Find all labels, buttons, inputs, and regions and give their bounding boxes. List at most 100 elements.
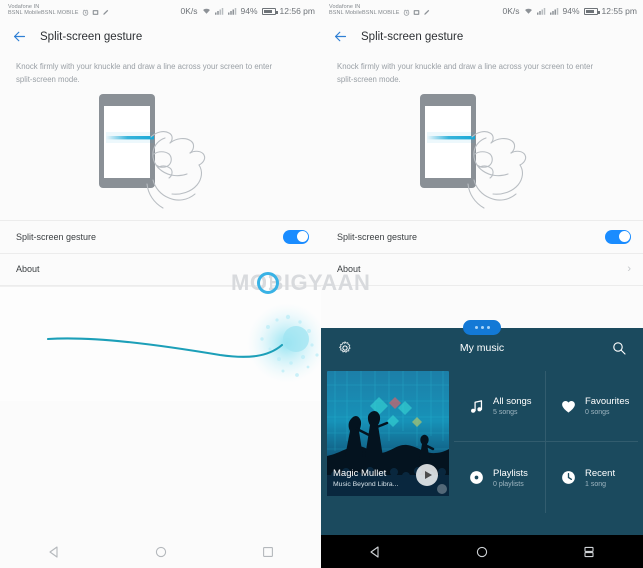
row-label: Split-screen gesture — [337, 231, 418, 242]
play-button[interactable] — [416, 464, 438, 486]
music-note-icon — [468, 398, 485, 415]
carrier-label: Vodafone IN BSNL MobileBSNL MOBILE — [329, 4, 400, 17]
nav-home-button[interactable] — [144, 535, 178, 568]
music-tile-subtitle: 0 playlists — [493, 480, 524, 488]
nav-back-button[interactable] — [358, 535, 392, 568]
row-label: About — [16, 264, 40, 275]
music-tile-title: Favourites — [585, 396, 630, 407]
search-icon[interactable] — [611, 340, 627, 356]
nav-splitscreen-button[interactable] — [572, 535, 606, 568]
data-rate-label: 0K/s — [502, 6, 520, 16]
nav-back-button[interactable] — [37, 535, 71, 568]
music-tile-text: Favourites 0 songs — [585, 396, 629, 416]
knuckle-swipe-stroke-area — [0, 285, 321, 401]
battery-percent-label: 94% — [562, 6, 580, 16]
album-meta: Magic Mullet Music Beyond Libra... — [333, 468, 398, 488]
home-circle-icon — [476, 546, 488, 557]
row-about[interactable]: About › — [321, 252, 643, 285]
edit-icon — [423, 9, 429, 15]
settings-rows: Split-screen gesture About — [0, 219, 321, 286]
status-bar-right: 0K/s 94% 12:55 pm — [503, 6, 637, 16]
gear-icon[interactable] — [337, 340, 353, 356]
music-panel: My music Magic Mullet Music Beyond Libra… — [321, 320, 643, 535]
data-rate-label: 0K/s — [180, 6, 198, 16]
status-mini-icons — [82, 9, 109, 17]
signal-icon-2 — [549, 8, 558, 15]
screenshot-pair: Vodafone IN BSNL MobileBSNL MOBILE 0K/s … — [0, 0, 643, 568]
music-tile-subtitle: 1 song — [585, 480, 607, 488]
music-tile-title: All songs — [493, 396, 532, 407]
nav-home-button[interactable] — [465, 535, 499, 568]
knuckle-gesture-illustration — [0, 87, 321, 220]
status-bar: Vodafone IN BSNL MobileBSNL MOBILE 0K/s … — [321, 0, 643, 22]
music-tile-text: Recent 1 song — [585, 468, 615, 488]
signal-icon-2 — [227, 8, 236, 15]
sim-icon — [413, 9, 419, 15]
page-title: Split-screen gesture — [361, 30, 464, 43]
split-screen-gesture-toggle[interactable] — [283, 229, 309, 244]
alarm-icon — [403, 9, 409, 16]
navigation-bar — [321, 535, 643, 568]
music-tile-text: All songs 5 songs — [493, 396, 532, 416]
sim-icon — [92, 9, 98, 15]
music-tile-title: Recent — [585, 467, 616, 479]
album-badge-dot — [437, 484, 447, 494]
knuckle-gesture-illustration — [321, 87, 643, 220]
music-tile-title: Playlists — [493, 467, 528, 479]
disc-icon — [468, 469, 485, 486]
signal-icon-1 — [214, 8, 223, 15]
music-tile-favourites[interactable]: Favourites 0 songs — [546, 371, 638, 442]
status-bar-left: Vodafone IN BSNL MobileBSNL MOBILE — [8, 4, 109, 17]
row-about[interactable]: About — [0, 252, 321, 285]
navigation-bar — [0, 535, 321, 568]
clock-label: 12:56 pm — [279, 6, 315, 16]
nav-recents-button[interactable] — [251, 535, 285, 568]
signal-icon-1 — [536, 8, 545, 15]
drag-handle[interactable] — [463, 320, 501, 335]
album-art-tile[interactable]: Magic Mullet Music Beyond Libra... — [327, 371, 449, 496]
carrier-label: Vodafone IN BSNL MobileBSNL MOBILE — [8, 4, 79, 17]
music-tile-all-songs[interactable]: All songs 5 songs — [454, 371, 546, 442]
app-bar: Split-screen gesture — [0, 22, 321, 51]
music-body: Magic Mullet Music Beyond Libra... All s… — [321, 368, 643, 513]
album-subtitle: Music Beyond Libra... — [333, 481, 399, 488]
music-category-grid: All songs 5 songs Favourites 0 songs Pla… — [454, 371, 638, 513]
album-title: Magic Mullet — [333, 468, 387, 479]
row-split-screen-gesture[interactable]: Split-screen gesture — [0, 221, 321, 253]
description-text: Knock firmly with your knuckle and draw … — [337, 62, 594, 84]
battery-icon — [261, 7, 278, 15]
carrier-line-2: BSNL MobileBSNL MOBILE — [329, 10, 400, 16]
battery-percent-label: 94% — [240, 6, 258, 16]
app-bar: Split-screen gesture — [321, 22, 643, 51]
carrier-line-2: BSNL MobileBSNL MOBILE — [8, 10, 79, 16]
wifi-icon — [524, 8, 532, 14]
battery-icon — [583, 7, 600, 15]
clock-label: 12:55 pm — [601, 6, 637, 16]
split-screen-gesture-toggle[interactable] — [605, 229, 631, 244]
row-label: About — [337, 264, 361, 275]
music-panel-title: My music — [459, 342, 505, 354]
home-circle-icon — [155, 546, 166, 557]
wifi-icon — [202, 8, 210, 14]
clock-icon — [560, 469, 577, 486]
back-arrow-icon[interactable] — [11, 28, 28, 45]
edit-icon — [102, 9, 108, 15]
music-tile-text: Playlists 0 playlists — [493, 468, 528, 488]
alarm-icon — [82, 9, 88, 16]
status-bar-right: 0K/s 94% 12:56 pm — [181, 6, 315, 16]
back-arrow-icon[interactable] — [332, 28, 349, 45]
music-tile-playlists[interactable]: Playlists 0 playlists — [454, 442, 546, 513]
music-tile-subtitle: 0 songs — [585, 409, 610, 416]
music-tile-subtitle: 5 songs — [493, 409, 518, 416]
left-screen: Vodafone IN BSNL MobileBSNL MOBILE 0K/s … — [0, 0, 321, 568]
music-tile-recent[interactable]: Recent 1 song — [546, 442, 638, 513]
status-mini-icons — [403, 9, 430, 17]
right-screen: Vodafone IN BSNL MobileBSNL MOBILE 0K/s … — [321, 0, 643, 568]
status-bar-left: Vodafone IN BSNL MobileBSNL MOBILE — [329, 4, 430, 17]
description-text: Knock firmly with your knuckle and draw … — [16, 62, 273, 84]
row-split-screen-gesture[interactable]: Split-screen gesture — [321, 221, 643, 253]
heart-icon — [560, 398, 577, 415]
back-triangle-icon — [48, 545, 58, 558]
status-bar: Vodafone IN BSNL MobileBSNL MOBILE 0K/s … — [0, 0, 321, 22]
recents-square-icon — [262, 546, 273, 557]
